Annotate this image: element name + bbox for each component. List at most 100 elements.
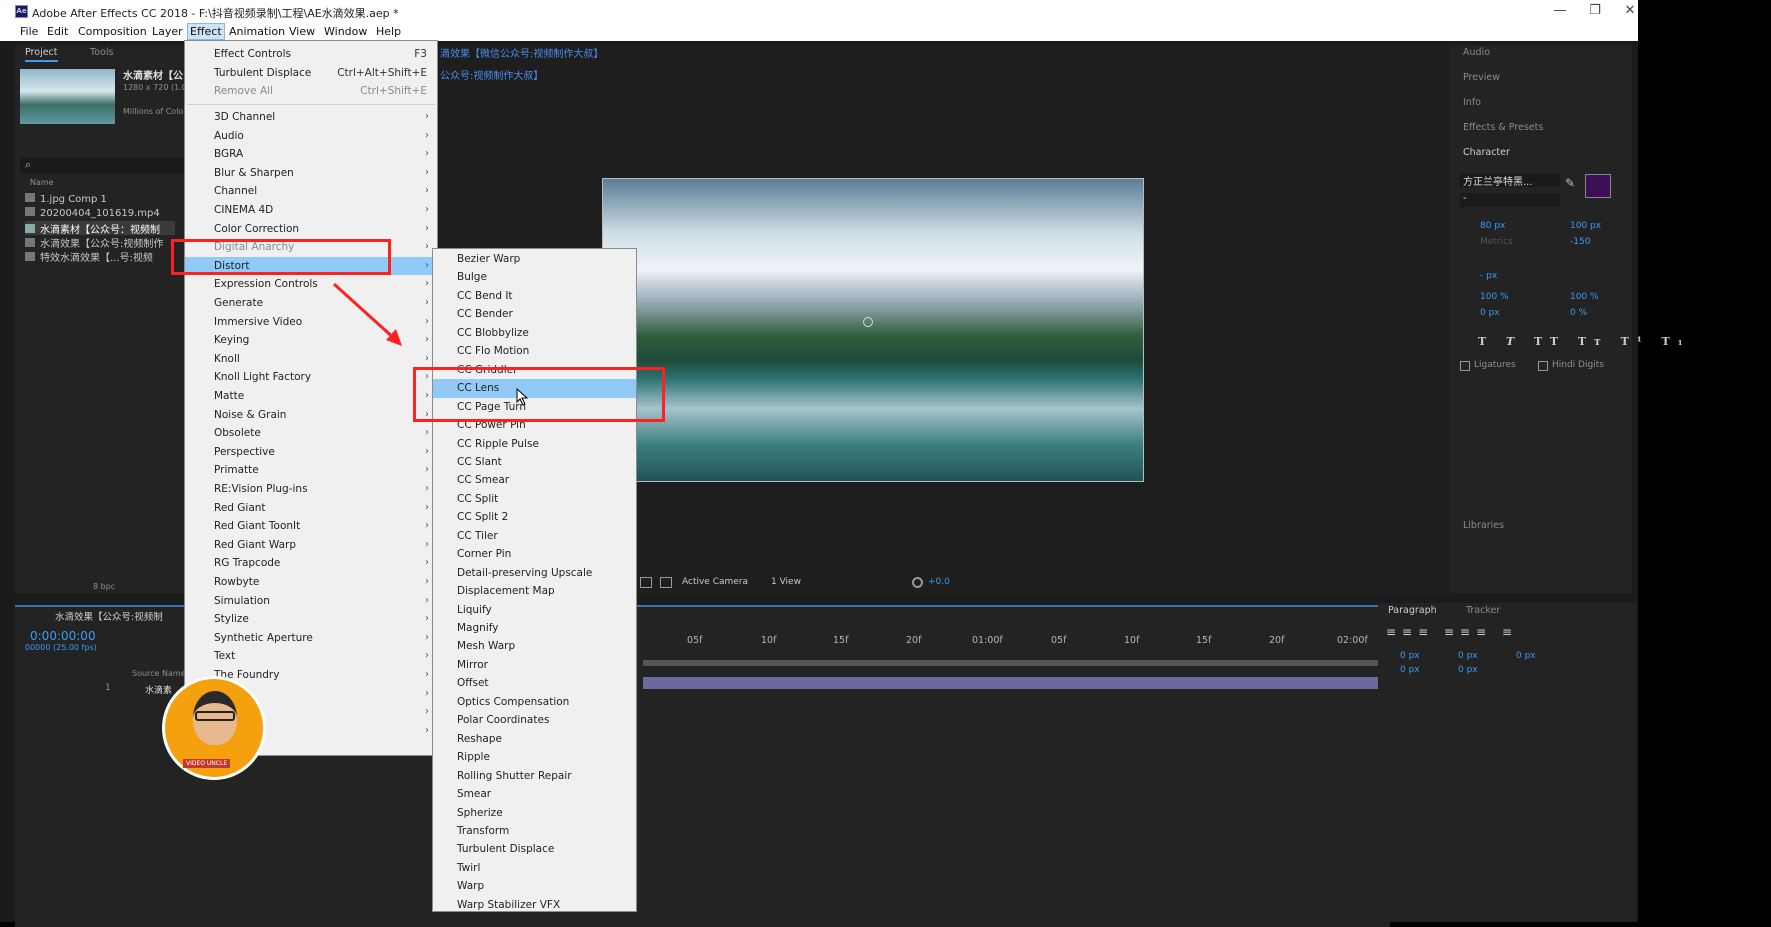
- menu-item-warp-stabilizer-vfx[interactable]: Warp Stabilizer VFX: [433, 896, 636, 915]
- menu-category-audio[interactable]: Audio ›: [185, 127, 437, 146]
- menu-category-matte[interactable]: Matte ›: [185, 387, 437, 406]
- menu-effect[interactable]: Effect: [187, 23, 225, 40]
- menu-item-cc-ripple-pulse[interactable]: CC Ripple Pulse: [433, 435, 636, 454]
- stroke-width-field[interactable]: - px: [1480, 271, 1497, 281]
- font-size-field[interactable]: 80 px: [1480, 221, 1505, 231]
- menu-item-turbulent-displace[interactable]: Turbulent Displace Ctrl+Alt+Shift+E: [185, 64, 437, 83]
- menu-category-color-correction[interactable]: Color Correction ›: [185, 220, 437, 239]
- menu-category-rg-trapcode[interactable]: RG Trapcode ›: [185, 554, 437, 573]
- menu-category-simulation[interactable]: Simulation ›: [185, 592, 437, 611]
- menu-view[interactable]: View: [287, 25, 317, 38]
- menu-item-offset[interactable]: Offset: [433, 674, 636, 693]
- menu-category-bgra[interactable]: BGRA ›: [185, 145, 437, 164]
- leading-field[interactable]: 100 px: [1570, 221, 1601, 231]
- menu-item-rolling-shutter-repair[interactable]: Rolling Shutter Repair: [433, 767, 636, 786]
- region-icon[interactable]: [640, 577, 652, 588]
- layer-name[interactable]: 水滴素: [145, 683, 172, 696]
- menu-category-blur-sharpen[interactable]: Blur & Sharpen ›: [185, 164, 437, 183]
- menu-item-displacement-map[interactable]: Displacement Map: [433, 582, 636, 601]
- menu-item-cc-tiler[interactable]: CC Tiler: [433, 527, 636, 546]
- horizontal-scale-field[interactable]: 100 %: [1570, 292, 1599, 302]
- project-item[interactable]: 1.jpg Comp 1: [25, 193, 107, 207]
- menu-item-cc-page-turn[interactable]: CC Page Turn: [433, 398, 636, 417]
- menu-category-rowbyte[interactable]: Rowbyte ›: [185, 573, 437, 592]
- project-item[interactable]: 特效水滴效果【...号:视频: [25, 249, 175, 263]
- current-timecode[interactable]: 0:00:00:00: [30, 629, 96, 643]
- menu-category-knoll[interactable]: Knoll ›: [185, 350, 437, 369]
- menu-item-warp[interactable]: Warp: [433, 877, 636, 896]
- menu-category-digital-anarchy[interactable]: Digital Anarchy ›: [185, 238, 437, 257]
- menu-item-cc-bender[interactable]: CC Bender: [433, 305, 636, 324]
- menu-layer[interactable]: Layer: [150, 25, 185, 38]
- effects-presets-tab[interactable]: Effects & Presets: [1463, 122, 1543, 133]
- menu-item-detail-preserving-upscale[interactable]: Detail-preserving Upscale: [433, 564, 636, 583]
- paragraph-tab[interactable]: Paragraph: [1388, 605, 1437, 616]
- timeline-tab[interactable]: 水滴效果【公众号:视频制: [55, 609, 163, 623]
- comp-tab-2[interactable]: 公众号:视频制作大叔】: [440, 67, 543, 82]
- font-style-dropdown[interactable]: -: [1460, 193, 1560, 207]
- menu-item-corner-pin[interactable]: Corner Pin: [433, 545, 636, 564]
- menu-category-noise-grain[interactable]: Noise & Grain ›: [185, 406, 437, 425]
- menu-category-stylize[interactable]: Stylize ›: [185, 610, 437, 629]
- anchor-point-icon[interactable]: [863, 317, 873, 327]
- menu-category-synthetic-aperture[interactable]: Synthetic Aperture ›: [185, 629, 437, 648]
- menu-file[interactable]: File: [18, 25, 40, 38]
- vertical-scale-field[interactable]: 100 %: [1480, 292, 1509, 302]
- project-item[interactable]: 水滴素材【公众号：视频制: [25, 221, 175, 235]
- project-search-input[interactable]: ⌕: [20, 157, 185, 173]
- menu-item-remove-all[interactable]: Remove All Ctrl+Shift+E: [185, 82, 437, 101]
- menu-item-twirl[interactable]: Twirl: [433, 859, 636, 878]
- tracking-field[interactable]: -150: [1570, 237, 1590, 247]
- menu-item-cc-power-pin[interactable]: CC Power Pin: [433, 416, 636, 435]
- menu-item-magnify[interactable]: Magnify: [433, 619, 636, 638]
- menu-category-text[interactable]: Text ›: [185, 647, 437, 666]
- menu-item-cc-griddler[interactable]: CC Griddler: [433, 361, 636, 380]
- indent-right-field[interactable]: 0 px: [1458, 651, 1478, 661]
- menu-item-liquify[interactable]: Liquify: [433, 601, 636, 620]
- minimize-button[interactable]: —: [1550, 3, 1570, 19]
- menu-help[interactable]: Help: [374, 25, 403, 38]
- tsume-field[interactable]: 0 %: [1570, 308, 1587, 318]
- menu-item-cc-bend-it[interactable]: CC Bend It: [433, 287, 636, 306]
- space-after-field[interactable]: 0 px: [1458, 665, 1478, 675]
- menu-item-cc-blobbylize[interactable]: CC Blobbylize: [433, 324, 636, 343]
- text-style-buttons[interactable]: T T TT Tт T¹ T₁: [1478, 335, 1691, 348]
- menu-item-spherize[interactable]: Spherize: [433, 804, 636, 823]
- comp-tab-1[interactable]: 滴效果【微信公众号:视频制作大叔】: [440, 45, 603, 60]
- menu-item-effect-controls[interactable]: Effect Controls F3: [185, 45, 437, 64]
- ligatures-checkbox[interactable]: [1460, 361, 1470, 371]
- menu-category-red-giant-toonit[interactable]: Red Giant ToonIt ›: [185, 517, 437, 536]
- menu-item-cc-lens[interactable]: CC Lens: [433, 379, 636, 398]
- menu-item-mirror[interactable]: Mirror: [433, 656, 636, 675]
- tab-project[interactable]: Project: [25, 47, 58, 62]
- close-button[interactable]: ✕: [1620, 3, 1640, 19]
- bpc-label[interactable]: 8 bpc: [93, 582, 115, 591]
- menu-item-cc-smear[interactable]: CC Smear: [433, 471, 636, 490]
- menu-category-cinema-4d[interactable]: CINEMA 4D ›: [185, 201, 437, 220]
- audio-panel-tab[interactable]: Audio: [1463, 47, 1490, 58]
- project-item[interactable]: 20200404_101619.mp4: [25, 207, 160, 221]
- eyedropper-icon[interactable]: ✎: [1565, 176, 1575, 190]
- menu-item-mesh-warp[interactable]: Mesh Warp: [433, 637, 636, 656]
- restore-button[interactable]: ❐: [1585, 3, 1605, 19]
- menu-item-polar-coordinates[interactable]: Polar Coordinates: [433, 711, 636, 730]
- menu-composition[interactable]: Composition: [76, 25, 149, 38]
- exposure-reset-icon[interactable]: [912, 577, 923, 588]
- menu-category-knoll-light-factory[interactable]: Knoll Light Factory ›: [185, 368, 437, 387]
- menu-window[interactable]: Window: [322, 25, 369, 38]
- tab-tools[interactable]: Tools: [90, 47, 113, 58]
- work-area-bar[interactable]: [643, 660, 1383, 666]
- font-family-dropdown[interactable]: 方正兰亭特黑...: [1460, 173, 1560, 187]
- layer-duration-bar[interactable]: [643, 677, 1383, 689]
- menu-item-optics-compensation[interactable]: Optics Compensation: [433, 693, 636, 712]
- camera-dropdown[interactable]: Active Camera: [682, 577, 748, 587]
- menu-category-3d-channel[interactable]: 3D Channel ›: [185, 108, 437, 127]
- menu-category-obsolete[interactable]: Obsolete ›: [185, 424, 437, 443]
- menu-item-cc-flo-motion[interactable]: CC Flo Motion: [433, 342, 636, 361]
- menu-item-cc-split[interactable]: CC Split: [433, 490, 636, 509]
- menu-item-transform[interactable]: Transform: [433, 822, 636, 841]
- menu-category-re-vision-plug-ins[interactable]: RE:Vision Plug-ins ›: [185, 480, 437, 499]
- view-layout-dropdown[interactable]: 1 View: [771, 577, 801, 587]
- libraries-panel-tab[interactable]: Libraries: [1463, 520, 1504, 531]
- menu-category-distort[interactable]: Distort ›: [185, 256, 437, 276]
